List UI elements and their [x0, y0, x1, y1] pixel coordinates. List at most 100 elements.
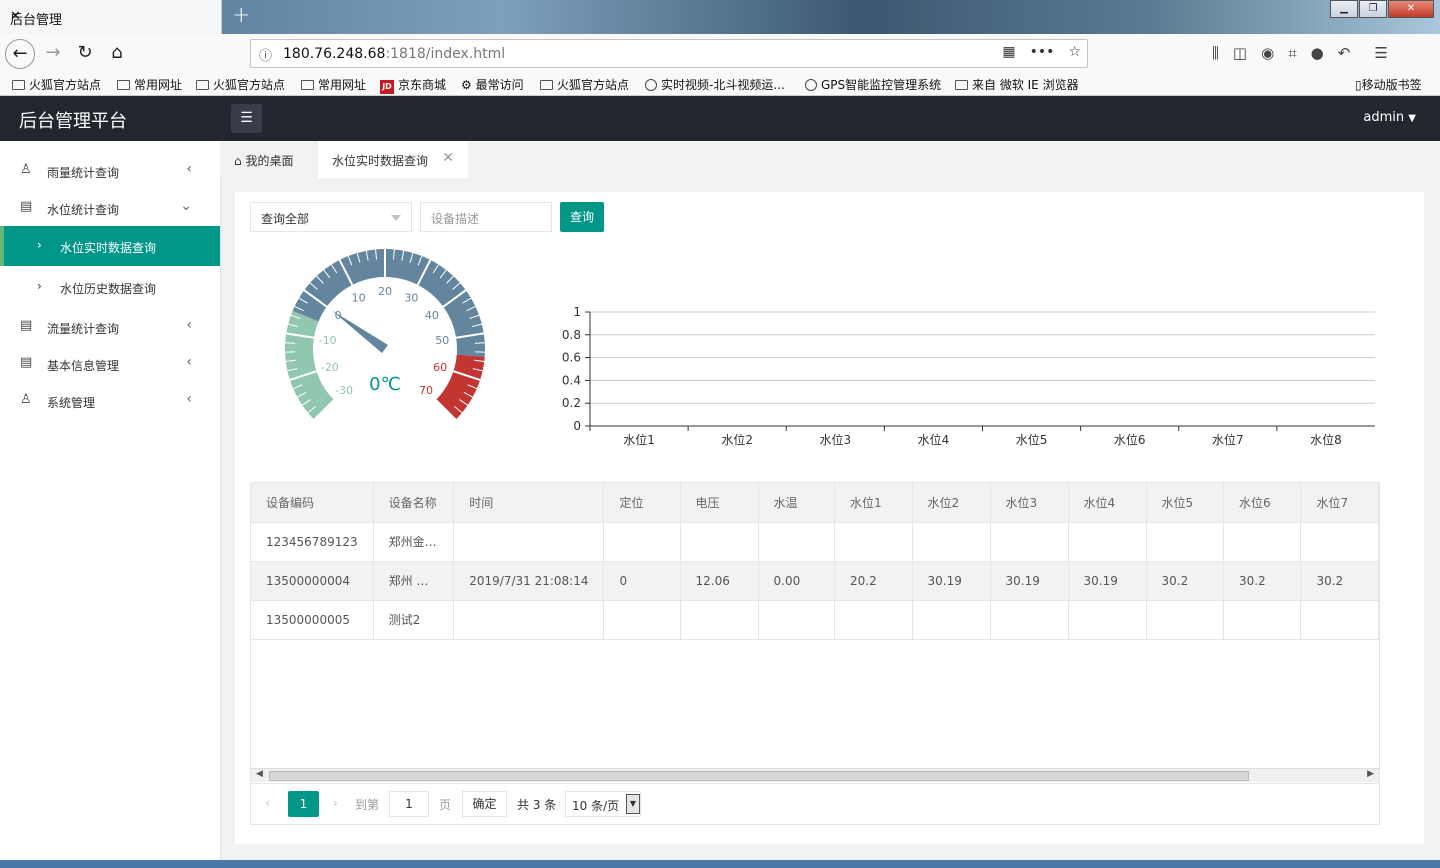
table-cell [680, 522, 759, 562]
bookmark-item[interactable]: GPS智能监控管理系统 [805, 76, 941, 93]
maximize-icon[interactable]: ❐ [1359, 0, 1387, 18]
bookmark-item[interactable]: 实时视频-北斗视频运... [645, 76, 785, 93]
sidebar-subitem-history[interactable]: › 水位历史数据查询 [0, 267, 220, 307]
url-bar[interactable]: ⓘ 180.76.248.68:1818/index.html ▦ ••• ☆ [250, 39, 1088, 68]
sidebar-item-basic-info[interactable]: ▤ 基本信息管理 ‹ [0, 345, 220, 382]
tab-home[interactable]: ⌂ 我的桌面 [234, 141, 293, 178]
page-jump-input[interactable]: 1 [389, 791, 429, 817]
column-header[interactable]: 水位2 [912, 483, 991, 523]
page-size-select[interactable]: 10 条/页 ▼ [565, 791, 641, 817]
bookmark-item[interactable]: 常用网址 [301, 76, 366, 93]
table-cell [1300, 522, 1379, 562]
column-header[interactable]: 水位5 [1146, 483, 1224, 523]
minimize-icon[interactable]: ▁ [1330, 0, 1358, 18]
bookmark-item[interactable]: 来自 微软 IE 浏览器 [955, 76, 1079, 93]
data-table-container: 设备编码 设备名称 时间 定位 电压 水温 水位1 水位2 水位3 水位4 水位5 水位6 水位7 12… [250, 482, 1380, 825]
bookmark-item[interactable]: ⚙ 最常访问 [461, 76, 524, 93]
sidebar-item-water-level[interactable]: ▤ 水位统计查询 ⌄ [0, 189, 220, 226]
reload-icon[interactable]: ↻ [70, 39, 100, 69]
column-header[interactable]: 水温 [758, 483, 836, 523]
gauge-tick-label: 40 [425, 309, 439, 322]
sidebar-item-label: 水位统计查询 [47, 203, 120, 217]
document-icon: ▤ [20, 199, 33, 214]
column-header[interactable]: 电压 [680, 483, 759, 523]
home-icon[interactable]: ⌂ [102, 39, 132, 69]
table-row[interactable]: 123456789123 郑州金… [251, 522, 1379, 562]
bookmark-item[interactable]: 常用网址 [117, 76, 182, 93]
column-header[interactable]: 水位4 [1068, 483, 1147, 523]
column-header[interactable]: 定位 [603, 483, 681, 523]
table-row[interactable]: 13500000004 郑州 … 2019/7/31 21:08:14 0 12.06 0… [251, 561, 1379, 601]
sidebar-item-label: 雨量统计查询 [47, 166, 120, 180]
close-icon[interactable]: ✕ [442, 150, 454, 166]
scroll-right-icon[interactable]: ▶ [1367, 769, 1374, 779]
crop-icon[interactable]: ⌗ [1288, 44, 1296, 62]
gauge-tick-label: 20 [378, 285, 392, 298]
table-row[interactable]: 13500000005 测试2 [251, 600, 1379, 640]
column-header[interactable]: 水位7 [1300, 483, 1379, 523]
back-icon[interactable]: ← [5, 39, 35, 69]
next-page-icon[interactable]: › [333, 796, 338, 810]
menu-icon[interactable]: ☰ [1374, 44, 1387, 62]
device-description-input[interactable]: 设备描述 [420, 202, 552, 232]
column-header[interactable]: 水位6 [1223, 483, 1302, 523]
scrollbar-thumb[interactable] [269, 771, 1249, 781]
bookmark-item[interactable]: 火狐官方站点 [540, 76, 629, 93]
browser-navbar: ← → ↻ ⌂ ⓘ 180.76.248.68:1818/index.html … [0, 34, 1440, 72]
qr-code-icon[interactable]: ▦ [1002, 44, 1015, 60]
bookmark-item[interactable]: 火狐官方站点 [12, 76, 101, 93]
gauge-tick-label: -30 [335, 384, 353, 397]
sidebar-toggle-icon[interactable]: ◫ [1233, 44, 1247, 62]
confirm-button[interactable]: 确定 [462, 791, 507, 817]
x-tick-label: 水位7 [1212, 432, 1244, 447]
y-tick-label: 1 [573, 305, 581, 319]
bookmark-item[interactable]: JD 京东商城 [380, 76, 446, 94]
column-header[interactable]: 水位1 [834, 483, 913, 523]
extension-icon[interactable]: ◉ [1261, 44, 1274, 62]
table-cell [453, 522, 605, 562]
table-cell: 0.00 [758, 561, 836, 601]
tab-realtime[interactable]: 水位实时数据查询 ✕ [318, 141, 468, 178]
site-info-icon[interactable]: ⓘ [259, 45, 272, 64]
table-cell: 30.19 [990, 561, 1069, 601]
horizontal-scrollbar[interactable]: ◀ ▶ [251, 768, 1379, 782]
table-cell: 123456789123 [251, 522, 374, 562]
total-count: 共 3 条 [517, 798, 557, 812]
chevron-left-icon: ‹ [186, 354, 192, 370]
sidebar-item-system[interactable]: ♙ 系统管理 ‹ [0, 382, 220, 419]
column-header[interactable]: 设备编码 [251, 483, 374, 523]
table-cell [990, 600, 1069, 640]
browser-tab[interactable]: 后台管理 ✕ [0, 0, 222, 34]
page-number[interactable]: 1 [288, 791, 319, 817]
sidebar-subitem-realtime[interactable]: › 水位实时数据查询 [0, 226, 220, 266]
more-actions-icon[interactable]: ••• [1030, 44, 1055, 60]
forward-icon[interactable]: → [38, 39, 68, 69]
column-header[interactable]: 水位3 [990, 483, 1069, 523]
library-icon[interactable]: ⫼ [1212, 44, 1219, 62]
query-scope-select[interactable]: 查询全部 [250, 202, 412, 232]
prev-page-icon[interactable]: ‹ [265, 796, 270, 810]
sidebar-item-flow[interactable]: ▤ 流量统计查询 ‹ [0, 308, 220, 345]
folder-icon [12, 80, 25, 90]
undo-icon[interactable]: ↶ [1338, 44, 1351, 62]
bookmark-item[interactable]: 火狐官方站点 [196, 76, 285, 93]
sidebar-item-label: 水位历史数据查询 [60, 282, 157, 296]
column-header[interactable]: 时间 [453, 483, 605, 523]
user-menu[interactable]: admin ▼ [1363, 110, 1416, 125]
window-close-icon[interactable]: ✕ [1388, 0, 1434, 18]
menu-toggle-icon[interactable]: ☰ [231, 104, 262, 133]
new-tab-icon[interactable]: + [232, 3, 250, 28]
x-tick-label: 水位8 [1310, 432, 1342, 447]
column-header[interactable]: 设备名称 [373, 483, 455, 523]
user-icon: ♙ [20, 162, 32, 177]
scroll-left-icon[interactable]: ◀ [256, 769, 263, 779]
tab-label: 水位实时数据查询 [332, 154, 429, 168]
chat-icon[interactable]: ● [1311, 44, 1324, 62]
close-tab-icon[interactable]: ✕ [10, 9, 21, 24]
table-cell: 30.2 [1300, 561, 1379, 601]
mobile-bookmarks[interactable]: ▯移动版书签 [1355, 76, 1422, 93]
query-button[interactable]: 查询 [560, 202, 604, 232]
bookmark-star-icon[interactable]: ☆ [1068, 44, 1081, 60]
url-text: 180.76.248.68:1818/index.html [283, 46, 505, 62]
sidebar-item-rainfall[interactable]: ♙ 雨量统计查询 ‹ [0, 152, 220, 189]
